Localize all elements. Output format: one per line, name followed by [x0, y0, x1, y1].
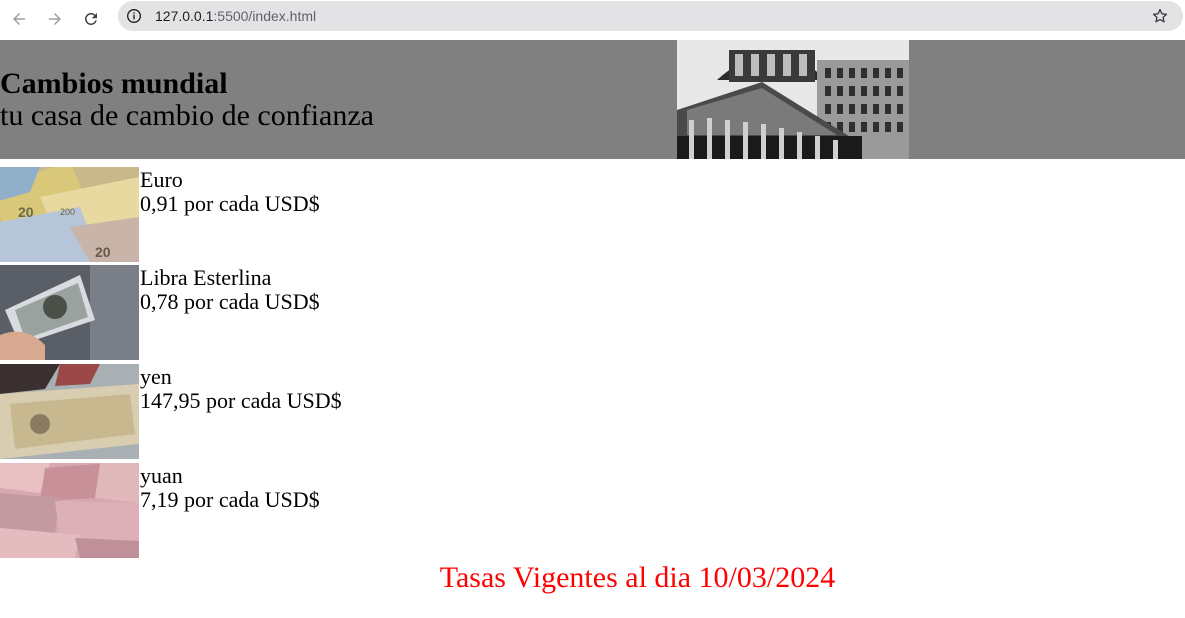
- pound-banknote-image: [0, 265, 139, 360]
- currency-item-libra-esterlina: Libra Esterlina 0,78 por cada USD$: [0, 265, 600, 360]
- address-bar[interactable]: 127.0.0.1:5500/index.html: [118, 1, 1183, 31]
- bookmark-star-icon[interactable]: [1151, 7, 1169, 25]
- currency-item-yen: yen 147,95 por cada USD$: [0, 364, 600, 459]
- currency-name: yen: [140, 364, 172, 389]
- forward-button[interactable]: [40, 4, 70, 34]
- rates-date-note: Tasas Vigentes al dia 10/03/2024: [439, 561, 836, 594]
- bank-building-image: [677, 40, 909, 159]
- back-arrow-icon: [13, 13, 25, 25]
- site-title: Cambios mundial: [0, 67, 228, 100]
- forward-arrow-icon: [49, 13, 61, 25]
- reload-icon: [84, 12, 97, 25]
- svg-text:20: 20: [18, 204, 34, 220]
- currency-rate: 0,78 por cada USD$: [140, 289, 320, 314]
- site-header: Cambios mundial tu casa de cambio de con…: [0, 40, 1185, 159]
- currency-name: Euro: [140, 167, 183, 192]
- svg-text:200: 200: [60, 207, 75, 217]
- browser-toolbar: 127.0.0.1:5500/index.html: [0, 0, 1185, 40]
- url-host: 127.0.0.1: [155, 8, 214, 24]
- euro-banknotes-image: 20 20 200: [0, 167, 139, 262]
- url-path: :5500/index.html: [213, 8, 317, 24]
- currency-item-yuan: yuan 7,19 por cada USD$: [0, 463, 600, 558]
- site-subtitle: tu casa de cambio de confianza: [0, 99, 374, 132]
- currency-rate: 7,19 por cada USD$: [140, 487, 320, 512]
- yuan-banknotes-image: [0, 463, 139, 558]
- currency-rate: 147,95 por cada USD$: [140, 388, 342, 413]
- currency-name: Libra Esterlina: [140, 265, 272, 290]
- currency-rate: 0,91 por cada USD$: [140, 191, 320, 216]
- info-icon[interactable]: [126, 8, 142, 24]
- back-button[interactable]: [4, 4, 34, 34]
- url-text: 127.0.0.1:5500/index.html: [155, 8, 316, 24]
- svg-text:20: 20: [95, 244, 111, 260]
- currency-item-euro: 20 20 200 Euro 0,91 por cada USD$: [0, 167, 600, 262]
- reload-button[interactable]: [76, 4, 106, 34]
- yen-banknotes-image: [0, 364, 139, 459]
- currency-name: yuan: [140, 463, 183, 488]
